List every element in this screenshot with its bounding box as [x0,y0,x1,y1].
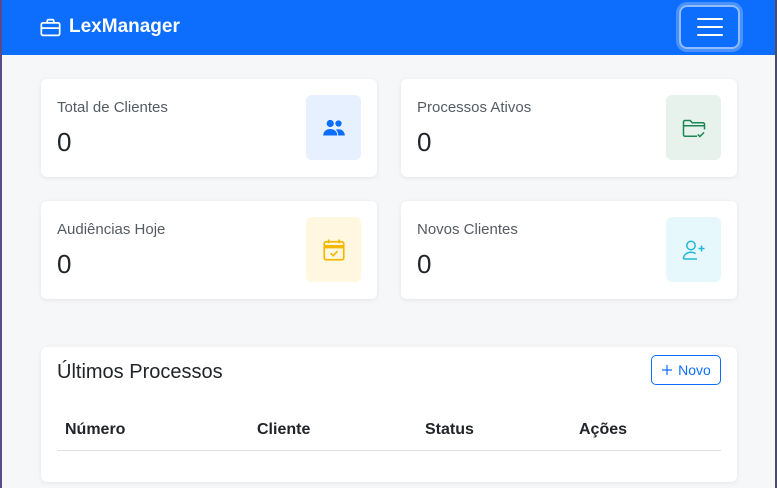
brand-name: LexManager [69,16,180,37]
stat-card-audiencias-hoje: Audiências Hoje 0 [41,201,377,299]
section-title: Últimos Processos [57,361,223,383]
stat-label: Total de Clientes [57,99,168,116]
person-plus-icon [682,240,704,260]
folder-check-icon [682,119,705,138]
stat-label: Novos Clientes [417,221,518,238]
people-icon [322,119,345,135]
brand-link[interactable]: LexManager [40,16,180,38]
column-header-status: Status [425,421,474,438]
column-header-cliente: Cliente [257,421,311,438]
stat-value: 0 [417,249,432,279]
hamburger-icon [696,18,723,36]
stat-value: 0 [417,127,432,157]
navbar: LexManager [0,0,777,55]
stat-icon-box [306,95,361,160]
stat-card-processos-ativos: Processos Ativos 0 [401,79,737,177]
column-header-acoes: Ações [579,421,628,438]
stat-card-novos-clientes: Novos Clientes 0 [401,201,737,299]
column-header-numero: Número [65,421,126,438]
plus-icon [662,365,673,375]
stat-label: Audiências Hoje [57,221,166,238]
window-border-left [0,0,2,488]
stat-value: 0 [57,127,72,157]
stat-card-total-clientes: Total de Clientes 0 [41,79,377,177]
briefcase-icon [40,18,61,36]
calendar-check-icon [322,239,345,261]
recent-processes-card: Últimos Processos Novo Número Cliente St… [41,347,737,482]
stat-label: Processos Ativos [417,99,532,116]
stat-icon-box [666,217,721,282]
new-process-label: Novo [678,362,711,378]
new-process-button[interactable]: Novo [651,355,721,385]
stat-icon-box [666,95,721,160]
stat-icon-box [306,217,361,282]
navbar-toggler-button[interactable] [679,5,740,49]
stat-value: 0 [57,249,72,279]
table-header-row: Número Cliente Status Ações [57,413,721,451]
